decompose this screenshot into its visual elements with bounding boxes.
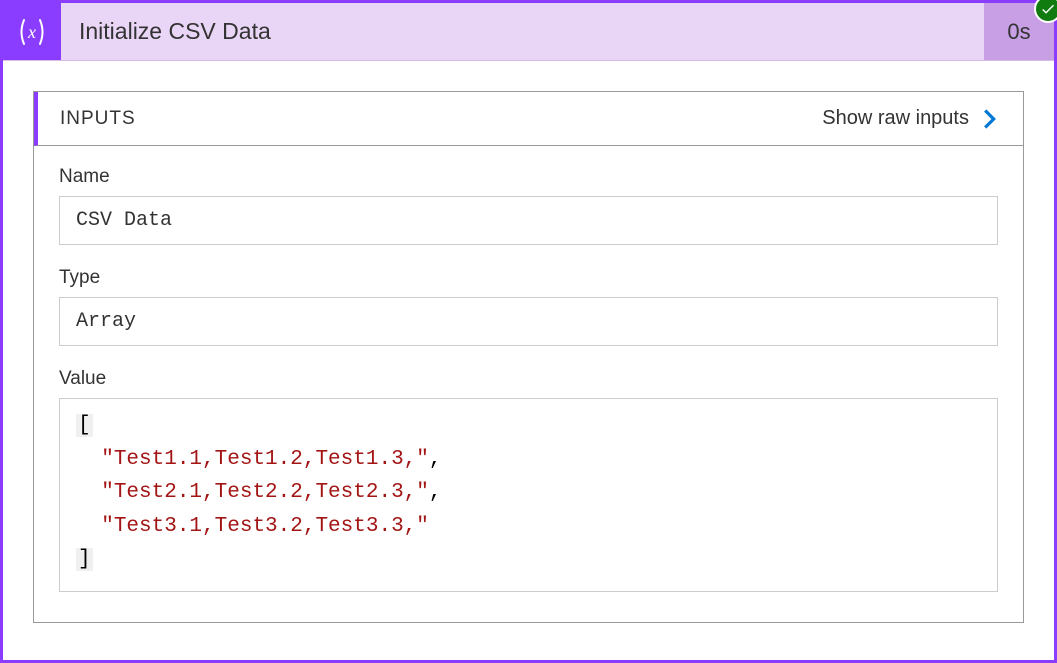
inputs-panel-body: Name CSV Data Type Array Value [ "Test1.… [34,146,1023,622]
inputs-panel-header: INPUTS Show raw inputs [34,92,1023,146]
action-title: Initialize CSV Data [61,3,984,60]
action-header[interactable]: x Initialize CSV Data 0s [3,3,1054,61]
type-label: Type [59,267,998,289]
show-raw-inputs-button[interactable]: Show raw inputs [822,107,1001,130]
value-content[interactable]: [ "Test1.1,Test1.2,Test1.3,", "Test2.1,T… [59,398,998,592]
name-value[interactable]: CSV Data [59,196,998,245]
variable-icon: x [3,3,61,60]
check-icon [1040,1,1056,17]
action-content: INPUTS Show raw inputs Name CSV Data Typ… [3,61,1054,653]
action-card: x Initialize CSV Data 0s INPUTS Show raw… [0,0,1057,663]
type-value[interactable]: Array [59,297,998,346]
name-field: Name CSV Data [59,166,998,245]
value-label: Value [59,368,998,390]
type-field: Type Array [59,267,998,346]
inputs-panel: INPUTS Show raw inputs Name CSV Data Typ… [33,91,1024,623]
value-field: Value [ "Test1.1,Test1.2,Test1.3,", "Tes… [59,368,998,592]
chevron-right-icon [979,108,1001,130]
show-raw-label: Show raw inputs [822,107,969,130]
svg-text:x: x [27,22,36,42]
inputs-title: INPUTS [60,108,136,130]
name-label: Name [59,166,998,188]
